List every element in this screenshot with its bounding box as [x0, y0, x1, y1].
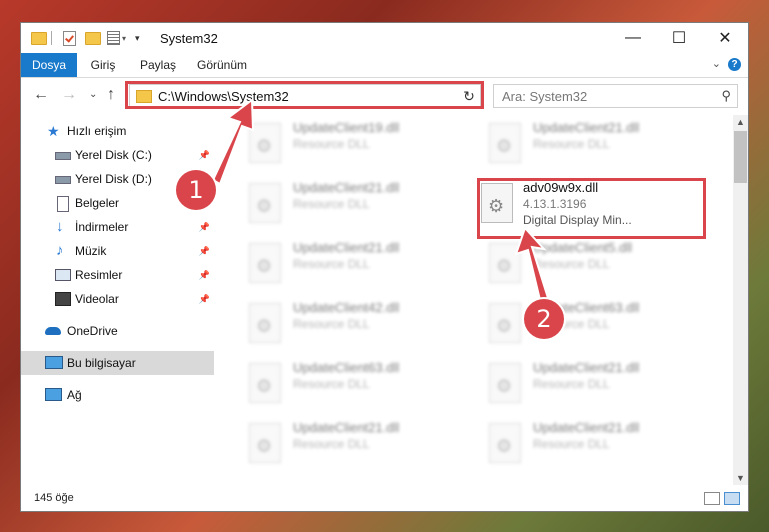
- arrow-1: [211, 98, 255, 186]
- step-badge-2: 2: [524, 299, 564, 339]
- arrow-2: [514, 226, 550, 302]
- step-badge-1: 1: [176, 170, 216, 210]
- annotation-arrows: [211, 98, 550, 302]
